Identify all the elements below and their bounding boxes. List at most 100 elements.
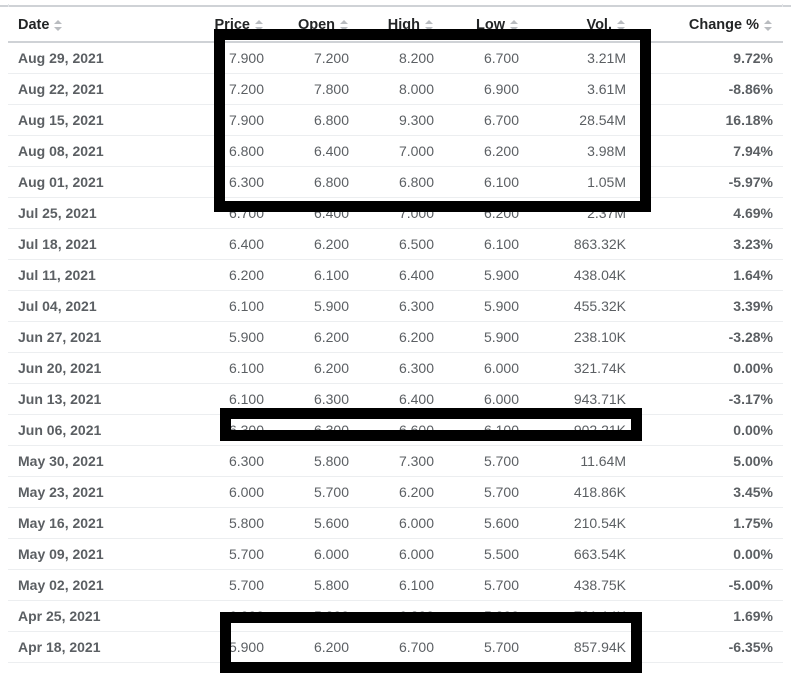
cell-high: 8.000: [359, 73, 444, 105]
cell-date: Aug 08, 2021: [8, 135, 198, 167]
cell-vol: 455.32K: [529, 290, 636, 322]
top-cutoff-strip-inner: [8, 4, 783, 7]
table-row[interactable]: Apr 11, 20216.3006.6007.5006.2003.39M-3.…: [8, 662, 783, 673]
table-row[interactable]: Jul 18, 2021 6.400 6.200 6.500 6.100 863.32K 3…: [8, 228, 783, 260]
column-header-date[interactable]: Date: [8, 9, 198, 43]
cell-date: Aug 22, 2021: [8, 73, 198, 105]
sort-updown-icon[interactable]: [510, 19, 519, 32]
table-row[interactable]: May 30, 2021 6.300 5.800 7.300 5.700 11.64M 5.…: [8, 445, 783, 477]
cell-price: 6.300: [198, 166, 274, 198]
cell-date: Jun 27, 2021: [8, 321, 198, 353]
table-row[interactable]: Apr 25, 2021 6.000 5.800 6.200 5.300 721.14K 1…: [8, 600, 783, 632]
cell-open: 6.200: [274, 321, 359, 353]
sort-updown-icon[interactable]: [764, 19, 773, 32]
cell-change: 3.39%: [636, 290, 783, 322]
cell-price: 7.200: [198, 73, 274, 105]
table-header-row: Date Price Open High Low Vol. Change %: [8, 9, 783, 43]
cell-open: 6.800: [274, 104, 359, 136]
cell-open: 7.800: [274, 73, 359, 105]
sort-updown-icon[interactable]: [54, 19, 63, 32]
cell-vol: 438.75K: [529, 569, 636, 601]
table-row[interactable]: May 16, 2021 5.800 5.600 6.000 5.600 210.54K 1…: [8, 507, 783, 539]
cell-change: -3.08%: [636, 662, 783, 673]
cell-change: 4.69%: [636, 197, 783, 229]
cell-date: Apr 25, 2021: [8, 600, 198, 632]
cell-low: 5.700: [444, 631, 529, 663]
cell-vol: 3.21M: [529, 42, 636, 74]
cell-low: 6.100: [444, 414, 529, 446]
cell-change: 1.69%: [636, 600, 783, 632]
cell-change: 1.75%: [636, 507, 783, 539]
cell-price: 6.800: [198, 135, 274, 167]
cell-change: 9.72%: [636, 42, 783, 74]
table-row[interactable]: Jul 11, 2021 6.200 6.100 6.400 5.900 438.04K 1…: [8, 259, 783, 291]
table-row[interactable]: Aug 22, 2021 7.200 7.800 8.000 6.900 3.61M -8.…: [8, 73, 783, 105]
table-row[interactable]: Jul 25, 2021 6.700 6.400 7.000 6.200 2.37M 4.6…: [8, 197, 783, 229]
table-header: Date Price Open High Low Vol. Change %: [8, 9, 783, 43]
column-header-high[interactable]: High: [359, 9, 444, 43]
column-header-vol[interactable]: Vol.: [529, 9, 636, 43]
top-cutoff-strip: [0, 0, 791, 7]
table-row[interactable]: May 09, 2021 5.700 6.000 6.000 5.500 663.54K 0…: [8, 538, 783, 570]
cell-price: 6.000: [198, 476, 274, 508]
cell-high: 6.300: [359, 290, 444, 322]
cell-change: -3.17%: [636, 383, 783, 415]
cell-date: Jul 18, 2021: [8, 228, 198, 260]
column-header-price[interactable]: Price: [198, 9, 274, 43]
cell-date: Jun 20, 2021: [8, 352, 198, 384]
cell-date: Jul 11, 2021: [8, 259, 198, 291]
sort-updown-icon[interactable]: [425, 19, 434, 32]
cell-low: 6.100: [444, 166, 529, 198]
cell-high: 6.400: [359, 383, 444, 415]
table-row[interactable]: Jun 06, 2021 6.300 6.300 6.600 6.100 902.21K 0…: [8, 414, 783, 446]
cell-change: 0.00%: [636, 414, 783, 446]
sort-updown-icon[interactable]: [617, 19, 626, 32]
cell-price: 5.700: [198, 569, 274, 601]
cell-vol: 863.32K: [529, 228, 636, 260]
cell-price: 6.300: [198, 414, 274, 446]
cell-low: 5.700: [444, 476, 529, 508]
cell-vol: 418.86K: [529, 476, 636, 508]
table-row[interactable]: May 23, 2021 6.000 5.700 6.200 5.700 418.86K 3…: [8, 476, 783, 508]
table-row[interactable]: Aug 15, 2021 7.900 6.800 9.300 6.700 28.54M 16…: [8, 104, 783, 136]
sort-updown-icon[interactable]: [340, 19, 349, 32]
cell-date: Aug 15, 2021: [8, 104, 198, 136]
cell-low: 5.300: [444, 600, 529, 632]
column-header-open[interactable]: Open: [274, 9, 359, 43]
table-row[interactable]: Aug 08, 2021 6.800 6.400 7.000 6.200 3.98M 7.9…: [8, 135, 783, 167]
table-row[interactable]: Aug 01, 2021 6.300 6.800 6.800 6.100 1.05M -5.…: [8, 166, 783, 198]
cell-change: -3.28%: [636, 321, 783, 353]
cell-high: 6.000: [359, 507, 444, 539]
table-row[interactable]: Aug 29, 2021 7.900 7.200 8.200 6.700 3.21M 9.7…: [8, 42, 783, 74]
table-row[interactable]: Jun 20, 2021 6.100 6.200 6.300 6.000 321.74K 0…: [8, 352, 783, 384]
cell-high: 6.500: [359, 228, 444, 260]
cell-high: 6.000: [359, 538, 444, 570]
sort-updown-icon[interactable]: [255, 19, 264, 32]
column-header-date-label: Date: [18, 17, 50, 34]
table-row[interactable]: Apr 18, 2021 5.900 6.200 6.700 5.700 857.94K -…: [8, 631, 783, 663]
cell-open: 7.200: [274, 42, 359, 74]
table-row[interactable]: Jun 27, 2021 5.900 6.200 6.200 5.900 238.10K -…: [8, 321, 783, 353]
cell-low: 5.600: [444, 507, 529, 539]
table-row[interactable]: Jul 04, 2021 6.100 5.900 6.300 5.900 455.32K 3…: [8, 290, 783, 322]
cell-open: 5.600: [274, 507, 359, 539]
cell-vol: 3.61M: [529, 73, 636, 105]
cell-vol: 210.54K: [529, 507, 636, 539]
table-row[interactable]: May 02, 2021 5.700 5.800 6.100 5.700 438.75K -…: [8, 569, 783, 601]
table-body: Aug 29, 2021 7.900 7.200 8.200 6.700 3.21M 9.7…: [8, 42, 783, 673]
column-header-open-label: Open: [297, 17, 335, 34]
cell-price: 7.900: [198, 42, 274, 74]
cell-high: 7.000: [359, 197, 444, 229]
cell-low: 5.900: [444, 290, 529, 322]
cell-price: 5.800: [198, 507, 274, 539]
cell-low: 6.200: [444, 662, 529, 673]
column-header-low[interactable]: Low: [444, 9, 529, 43]
cell-price: 6.100: [198, 352, 274, 384]
cell-low: 6.200: [444, 135, 529, 167]
cell-high: 7.000: [359, 135, 444, 167]
table-row[interactable]: Jun 13, 2021 6.100 6.300 6.400 6.000 943.71K -…: [8, 383, 783, 415]
cell-change: -5.97%: [636, 166, 783, 198]
cell-change: 5.00%: [636, 445, 783, 477]
cell-vol: 1.05M: [529, 166, 636, 198]
column-header-change[interactable]: Change %: [636, 9, 783, 43]
